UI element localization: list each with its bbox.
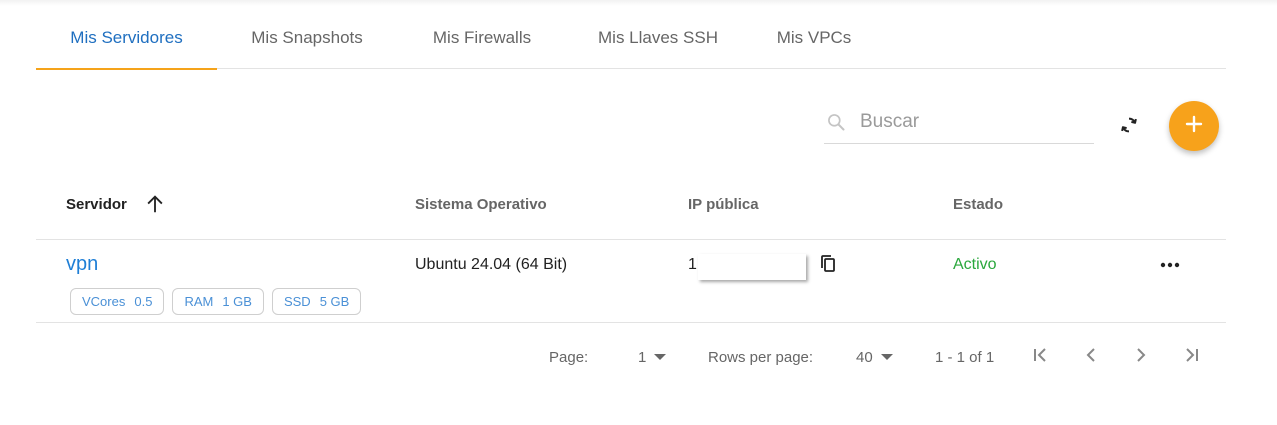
refresh-icon	[1118, 114, 1140, 141]
last-page-button[interactable]	[1179, 345, 1203, 369]
tab-mis-vpcs[interactable]: Mis VPCs	[749, 0, 879, 69]
add-server-button[interactable]	[1169, 101, 1219, 151]
table-header: Servidor Sistema Operativo IP pública Es…	[36, 168, 1226, 240]
column-header-label: Servidor	[66, 195, 127, 213]
previous-page-button[interactable]	[1079, 345, 1103, 369]
copy-icon[interactable]	[817, 253, 839, 275]
column-header-sistema-operativo[interactable]: Sistema Operativo	[415, 168, 547, 240]
caret-down-icon	[654, 354, 667, 360]
page-select[interactable]: 1	[638, 345, 667, 369]
search-box	[824, 101, 1094, 144]
spec-value: 0.5	[134, 294, 153, 309]
column-header-ip-publica[interactable]: IP pública	[688, 168, 759, 240]
caret-down-icon	[880, 354, 893, 360]
table-row: vpn VCores 0.5 RAM 1 GB SSD 5 GB Ubuntu …	[36, 240, 1226, 323]
rows-per-page-select[interactable]: 40	[856, 345, 893, 369]
spec-value: 5 GB	[319, 294, 350, 309]
last-page-icon	[1181, 345, 1201, 370]
next-page-button[interactable]	[1129, 345, 1153, 369]
spec-chip-ssd: SSD 5 GB	[271, 288, 362, 315]
ip-cell: 1	[688, 256, 697, 273]
page-label: Page:	[549, 348, 589, 366]
spec-label: VCores	[82, 294, 126, 309]
rows-select-value: 40	[856, 348, 873, 366]
column-header-estado[interactable]: Estado	[953, 168, 1003, 240]
tab-mis-servidores[interactable]: Mis Servidores	[36, 0, 217, 70]
first-page-icon	[1031, 345, 1051, 370]
page-select-value: 1	[638, 348, 647, 366]
os-cell: Ubuntu 24.04 (64 Bit)	[415, 256, 568, 273]
spec-chip-vcores: VCores 0.5	[70, 288, 165, 315]
more-options-icon[interactable]	[1156, 254, 1184, 276]
tab-mis-firewalls[interactable]: Mis Firewalls	[397, 0, 567, 69]
status-badge: Activo	[953, 256, 997, 273]
chevron-left-icon	[1081, 345, 1101, 370]
tab-bar: Mis Servidores Mis Snapshots Mis Firewal…	[36, 0, 1226, 70]
tab-mis-llaves-ssh[interactable]: Mis Llaves SSH	[567, 0, 749, 69]
first-page-button[interactable]	[1029, 345, 1053, 369]
plus-icon	[1185, 115, 1203, 138]
search-input[interactable]	[860, 111, 1080, 133]
page-range: 1 - 1 of 1	[935, 348, 995, 366]
ip-redaction	[698, 254, 806, 280]
spec-value: 1 GB	[222, 294, 252, 309]
server-name-link[interactable]: vpn	[66, 253, 98, 276]
chevron-right-icon	[1131, 345, 1151, 370]
column-header-servidor[interactable]: Servidor	[66, 168, 167, 240]
tab-mis-snapshots[interactable]: Mis Snapshots	[217, 0, 397, 69]
spec-label: SSD	[283, 294, 311, 309]
refresh-button[interactable]	[1114, 112, 1144, 142]
rows-per-page-label: Rows per page:	[708, 348, 814, 366]
server-specs: VCores 0.5 RAM 1 GB SSD 5 GB	[70, 288, 362, 315]
search-icon	[824, 110, 848, 134]
spec-chip-ram: RAM 1 GB	[172, 288, 264, 315]
arrow-up-icon[interactable]	[143, 192, 167, 216]
spec-label: RAM	[184, 294, 214, 309]
